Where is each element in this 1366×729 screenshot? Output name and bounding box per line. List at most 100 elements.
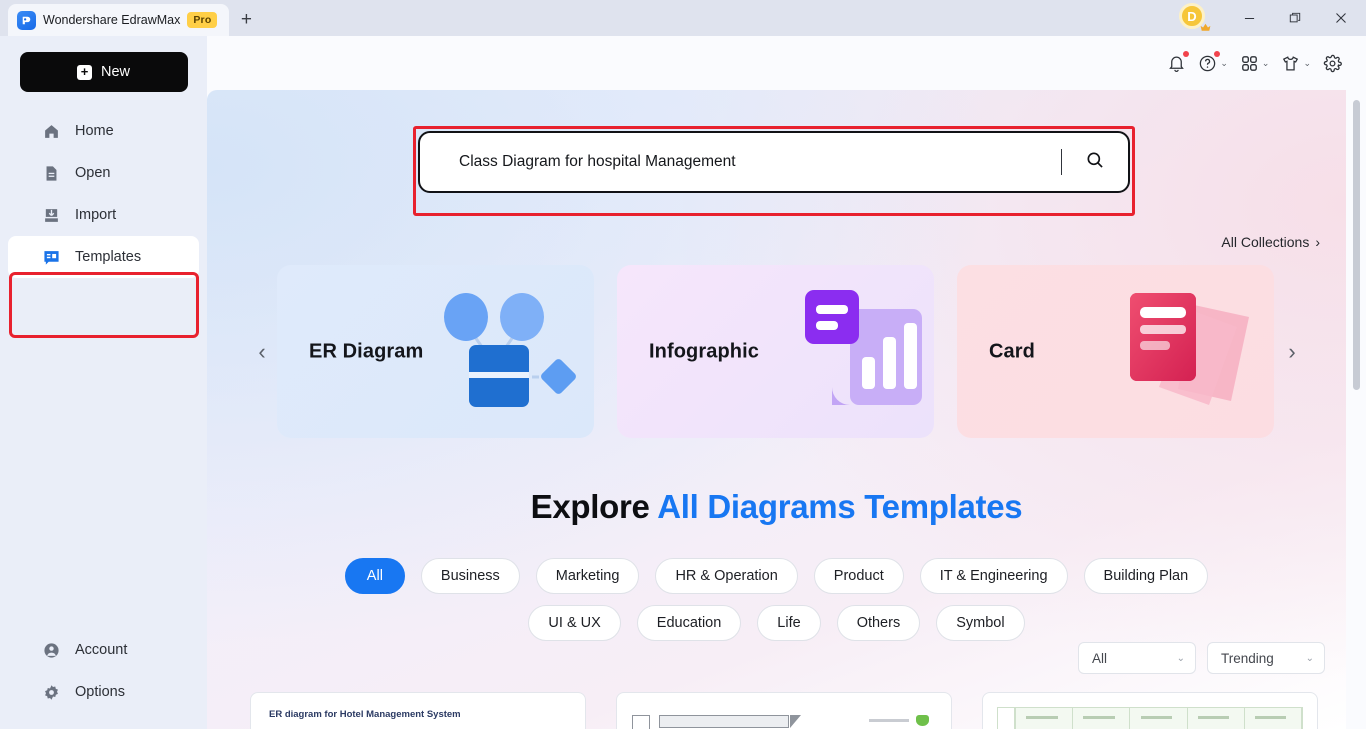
category-select[interactable]: All ⌄ xyxy=(1078,642,1196,674)
search-button[interactable] xyxy=(1062,133,1128,191)
sidebar-nav: Home Open Import Templates xyxy=(0,110,207,278)
sidebar-item-label: Options xyxy=(75,684,125,700)
template-thumb-arrow xyxy=(790,715,801,728)
page-title: Explore All Diagrams Templates xyxy=(207,488,1346,526)
template-results-grid: ER diagram for Hotel Management System xyxy=(250,692,1318,729)
import-icon xyxy=(42,206,60,224)
carousel-card-er-diagram[interactable]: ER Diagram xyxy=(277,265,594,438)
sidebar-item-label: Import xyxy=(75,207,117,223)
table-col xyxy=(1016,708,1074,729)
chevron-down-icon: ⌄ xyxy=(1220,57,1228,68)
chip-business[interactable]: Business xyxy=(420,558,520,594)
chip-others[interactable]: Others xyxy=(836,605,921,641)
minimize-button[interactable] xyxy=(1226,0,1272,36)
gear-icon xyxy=(42,683,60,701)
crown-badge-icon xyxy=(1199,21,1212,34)
chip-hr-operation[interactable]: HR & Operation xyxy=(655,558,798,594)
tab-title: Wondershare EdrawMax xyxy=(43,13,181,27)
notification-bell-icon[interactable] xyxy=(1163,48,1190,78)
search-input[interactable]: Class Diagram for hospital Management xyxy=(420,153,1061,171)
category-filter-chips: All Business Marketing HR & Operation Pr… xyxy=(207,558,1346,641)
sidebar-item-home[interactable]: Home xyxy=(8,110,199,152)
pro-badge: Pro xyxy=(187,12,218,28)
chip-product[interactable]: Product xyxy=(813,558,904,594)
sidebar-item-templates[interactable]: Templates xyxy=(8,236,199,278)
scrollbar-thumb[interactable] xyxy=(1353,100,1360,390)
sort-select[interactable]: Trending ⌄ xyxy=(1207,642,1325,674)
search-box[interactable]: Class Diagram for hospital Management xyxy=(418,131,1130,193)
main-content: ⌄ ⌄ ⌄ Class Diagram for hospital Managem… xyxy=(207,36,1366,729)
chevron-down-icon: ⌄ xyxy=(1261,57,1270,68)
carousel-prev-button[interactable]: ‹ xyxy=(249,332,275,372)
all-collections-label: All Collections xyxy=(1221,234,1310,250)
avatar[interactable]: D xyxy=(1178,1,1212,35)
explore-highlight: All Diagrams Templates xyxy=(657,488,1023,525)
new-button-label: New xyxy=(100,64,130,80)
sidebar-item-account[interactable]: Account xyxy=(8,629,199,671)
template-card-title: ER diagram for Hotel Management System xyxy=(269,709,461,720)
table-col xyxy=(1245,708,1303,729)
close-button[interactable] xyxy=(1318,0,1364,36)
theme-shirt-icon[interactable]: ⌄ xyxy=(1277,48,1315,78)
er-diagram-art-icon xyxy=(444,293,576,407)
all-collections-link[interactable]: All Collections › xyxy=(1221,234,1320,250)
template-card[interactable] xyxy=(982,692,1318,729)
template-thumb-rowheader xyxy=(997,707,1015,729)
sidebar-bottom-nav: Account Options xyxy=(0,629,207,713)
main-scrollbar[interactable] xyxy=(1352,94,1360,723)
sidebar-item-open[interactable]: Open xyxy=(8,152,199,194)
chip-building-plan[interactable]: Building Plan xyxy=(1083,558,1209,594)
settings-gear-icon[interactable] xyxy=(1319,48,1346,78)
category-select-value: All xyxy=(1092,650,1108,666)
chip-ui-ux[interactable]: UI & UX xyxy=(528,605,621,641)
sidebar-item-label: Open xyxy=(75,165,111,181)
top-toolbar: ⌄ ⌄ ⌄ xyxy=(207,36,1366,90)
search-zone: Class Diagram for hospital Management xyxy=(418,131,1130,193)
infographic-art-icon xyxy=(805,290,922,405)
table-col xyxy=(1188,708,1245,729)
chip-life[interactable]: Life xyxy=(757,605,821,641)
chip-symbol[interactable]: Symbol xyxy=(936,605,1025,641)
apps-grid-icon[interactable]: ⌄ xyxy=(1236,48,1274,78)
carousel-cards: ER Diagram Infographic Card xyxy=(277,265,1274,438)
chevron-down-icon: ⌄ xyxy=(1176,652,1185,664)
app-tab[interactable]: Wondershare EdrawMax Pro xyxy=(8,4,230,36)
template-thumb-line xyxy=(869,719,909,722)
template-thumb-shape xyxy=(632,715,789,729)
templates-icon xyxy=(42,248,60,266)
template-thumb-table xyxy=(1015,707,1303,729)
card-label: Card xyxy=(989,340,1035,362)
chip-all[interactable]: All xyxy=(344,558,405,594)
search-icon xyxy=(1085,150,1105,175)
category-carousel: ‹ › ER Diagram Infographic Card xyxy=(207,265,1346,443)
window-title-bar: Wondershare EdrawMax Pro + D xyxy=(0,0,1366,36)
edrawmax-logo-icon xyxy=(17,10,36,30)
new-document-button[interactable]: + New xyxy=(19,52,188,92)
table-col xyxy=(1130,708,1188,729)
folder-document-icon xyxy=(42,164,60,182)
sidebar-item-import[interactable]: Import xyxy=(8,194,199,236)
plus-icon: + xyxy=(76,64,92,80)
new-tab-button[interactable]: + xyxy=(229,4,263,36)
chip-marketing[interactable]: Marketing xyxy=(535,558,640,594)
carousel-card-infographic[interactable]: Infographic xyxy=(617,265,934,438)
sidebar: + New Home Open Import Templates Account… xyxy=(0,36,207,729)
sidebar-item-label: Templates xyxy=(75,249,142,265)
notification-badge-dot xyxy=(1183,51,1190,57)
home-icon xyxy=(42,122,60,140)
chip-education[interactable]: Education xyxy=(636,605,742,641)
chip-it-engineering[interactable]: IT & Engineering xyxy=(919,558,1068,594)
help-badge-dot xyxy=(1213,51,1220,57)
template-card[interactable]: ER diagram for Hotel Management System xyxy=(250,692,586,729)
chevron-right-icon: › xyxy=(1315,234,1320,250)
template-thumb-marker xyxy=(916,715,929,726)
help-question-icon[interactable]: ⌄ xyxy=(1194,48,1232,78)
sidebar-item-options[interactable]: Options xyxy=(8,671,199,713)
maximize-restore-button[interactable] xyxy=(1272,0,1318,36)
table-col xyxy=(1073,708,1131,729)
template-card[interactable] xyxy=(616,692,952,729)
templates-hero-banner: Class Diagram for hospital Management Al… xyxy=(207,90,1346,729)
carousel-next-button[interactable]: › xyxy=(1279,332,1305,372)
annotation-box-templates xyxy=(9,272,199,338)
carousel-card-card[interactable]: Card xyxy=(957,265,1274,438)
